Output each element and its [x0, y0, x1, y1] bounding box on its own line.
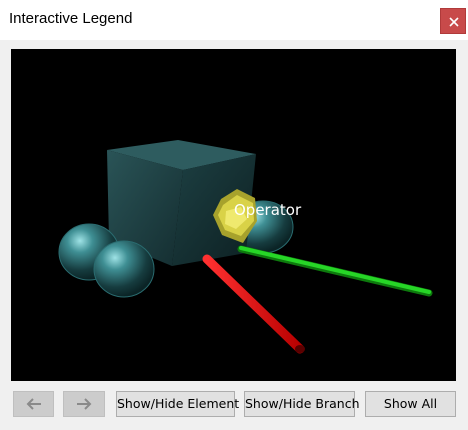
forward-button[interactable]	[63, 391, 105, 417]
close-x-icon	[449, 17, 459, 27]
sphere-front-left	[93, 240, 155, 298]
show-hide-element-button[interactable]: Show/Hide Element	[116, 391, 239, 417]
window-title: Interactive Legend	[9, 10, 133, 27]
3d-viewport[interactable]: Operator	[11, 49, 456, 381]
arrow-right-icon	[77, 398, 92, 410]
interactive-legend-window: Interactive Legend Operator Show/Hide El…	[0, 0, 468, 430]
show-all-button[interactable]: Show All	[365, 391, 456, 417]
close-button[interactable]	[440, 8, 466, 34]
title-bar: Interactive Legend	[0, 0, 468, 40]
red-axis-rod	[202, 254, 305, 354]
back-button[interactable]	[13, 391, 54, 417]
operator-label: Operator	[234, 201, 302, 219]
arrow-left-icon	[26, 398, 41, 410]
show-hide-branch-button[interactable]: Show/Hide Branch	[244, 391, 360, 417]
green-axis-rod	[237, 245, 433, 297]
